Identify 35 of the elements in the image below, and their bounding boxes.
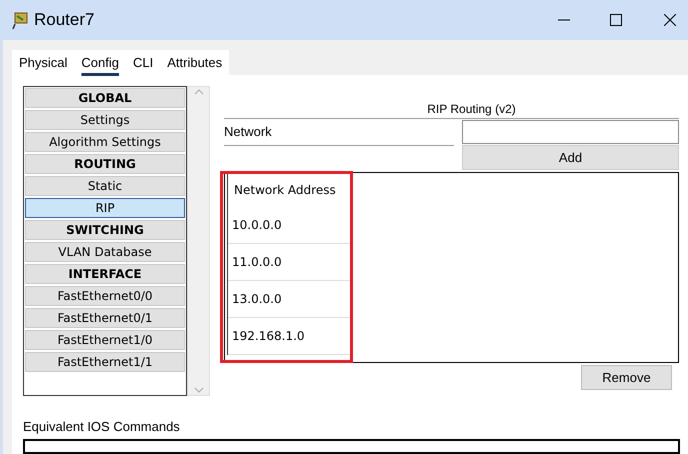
scrollbar[interactable] [187,86,210,396]
column-header: Network Address [233,182,337,199]
add-button[interactable]: Add [462,145,679,170]
close-icon[interactable] [664,14,676,26]
sidebar-item[interactable]: FastEthernet1/1 [25,352,185,372]
scroll-down-icon[interactable] [194,387,204,393]
sidebar-item[interactable]: Settings [25,110,185,130]
table-cell[interactable]: 13.0.0.0 [228,281,351,318]
sidebar-item[interactable]: FastEthernet1/0 [25,330,185,350]
table-cell[interactable]: 192.168.1.0 [228,318,351,355]
router-icon [12,10,30,30]
sidebar-header: INTERFACE [25,264,185,284]
tab[interactable]: Config [74,50,126,75]
tab[interactable]: Attributes [160,50,230,75]
maximize-icon[interactable] [610,14,622,26]
tab[interactable]: Physical [12,50,74,75]
table-cell[interactable]: 11.0.0.0 [228,244,351,281]
network-label: Network [224,124,272,139]
sidebar-item[interactable]: FastEthernet0/1 [25,308,185,328]
sidebar-header: ROUTING [25,154,185,174]
window-title: Router7 [34,9,94,32]
sidebar-header: GLOBAL [25,88,185,108]
scroll-up-icon[interactable] [194,89,204,95]
sidebar-header: SWITCHING [25,220,185,240]
table-cell[interactable]: 10.0.0.0 [228,207,351,244]
remove-button[interactable]: Remove [581,365,672,390]
sidebar-item[interactable]: VLAN Database [25,242,185,262]
sidebar-item[interactable]: RIP [25,198,185,218]
tab[interactable]: CLI [126,50,160,75]
network-input-field[interactable] [462,120,679,144]
ios-label: Equivalent IOS Commands [23,418,181,436]
sidebar-item[interactable]: Algorithm Settings [25,132,185,152]
sidebar-item[interactable]: FastEthernet0/0 [25,286,185,306]
section-heading: RIP Routing (v2) [224,100,679,119]
sidebar-item[interactable]: Static [25,176,185,196]
